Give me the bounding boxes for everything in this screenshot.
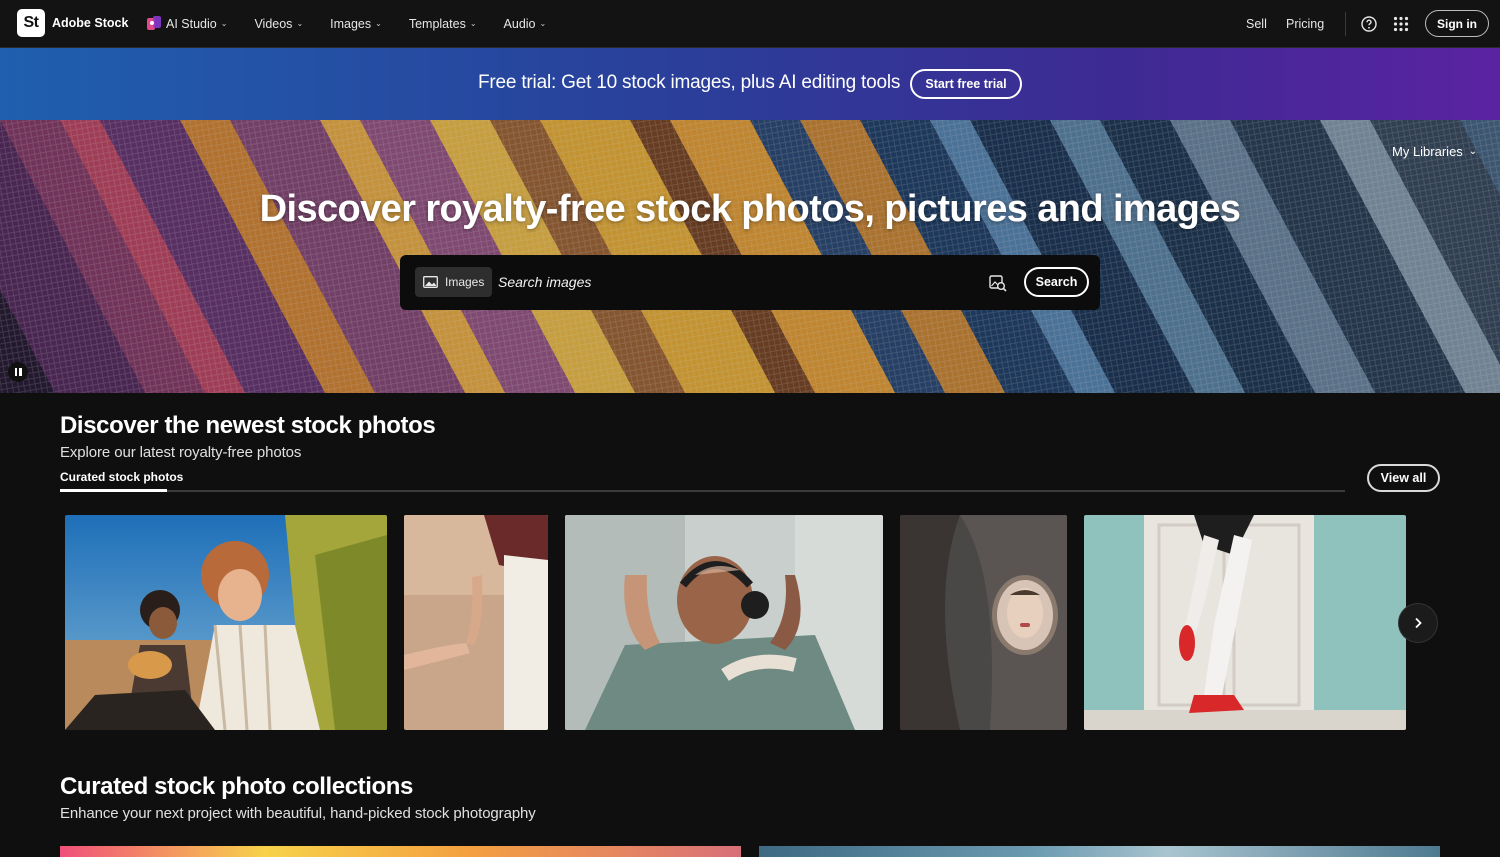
search-input[interactable] (498, 272, 958, 292)
tab-curated-stock-photos[interactable]: Curated stock photos (60, 470, 183, 484)
image-icon (423, 276, 438, 288)
start-free-trial-button[interactable]: Start free trial (910, 69, 1022, 99)
my-libraries-dropdown[interactable]: My Libraries ⌄ (1392, 144, 1477, 159)
search-type-selector[interactable]: Images (415, 267, 492, 297)
adobe-stock-logo[interactable]: St (17, 9, 45, 37)
photo-thumbnail[interactable] (1084, 515, 1406, 730)
nav-templates[interactable]: Templates ⌄ (409, 17, 477, 31)
collections-section-title: Curated stock photo collections (60, 773, 413, 800)
tab-underline-track (60, 490, 1345, 492)
nav-images[interactable]: Images ⌄ (330, 17, 382, 31)
photo-thumbnail[interactable] (404, 515, 548, 730)
chevron-down-icon: ⌄ (375, 18, 382, 28)
collection-card[interactable] (60, 846, 741, 857)
hero-title: Discover royalty-free stock photos, pict… (259, 188, 1241, 230)
nav-audio-label: Audio (503, 17, 536, 31)
nav-ai-studio-label: AI Studio (166, 17, 217, 31)
search-bar: Images Search (400, 255, 1100, 310)
help-icon[interactable] (1361, 16, 1377, 32)
chevron-down-icon: ⌄ (469, 18, 477, 28)
collections-section-subtitle: Enhance your next project with beautiful… (60, 805, 536, 822)
chevron-down-icon: ⌄ (220, 18, 228, 28)
carousel-next-button[interactable] (1398, 603, 1438, 643)
nav-sell-link[interactable]: Sell (1246, 17, 1267, 31)
search-type-label: Images (445, 275, 485, 289)
photo-thumbnail[interactable] (65, 515, 387, 730)
nav-pricing-link[interactable]: Pricing (1286, 17, 1324, 31)
search-button[interactable]: Search (1024, 267, 1089, 297)
hero-section: My Libraries ⌄ Discover royalty-free sto… (0, 120, 1500, 393)
pause-background-button[interactable] (8, 362, 28, 382)
sign-in-button[interactable]: Sign in (1425, 10, 1489, 37)
my-libraries-label: My Libraries (1392, 144, 1463, 159)
photo-thumbnail[interactable] (565, 515, 883, 730)
nav-divider (1345, 12, 1346, 36)
chevron-right-icon (1415, 617, 1422, 629)
brand-name[interactable]: Adobe Stock (52, 16, 128, 30)
free-trial-text: Free trial: Get 10 stock images, plus AI… (478, 72, 901, 93)
chevron-down-icon: ⌄ (1468, 146, 1478, 157)
nav-audio[interactable]: Audio ⌄ (504, 17, 547, 31)
free-trial-banner: Free trial: Get 10 stock images, plus AI… (0, 48, 1500, 120)
ai-studio-icon (146, 16, 162, 32)
apps-grid-icon[interactable] (1393, 16, 1409, 32)
newest-section-title: Discover the newest stock photos (60, 412, 436, 439)
newest-section-subtitle: Explore our latest royalty-free photos (60, 444, 302, 461)
nav-templates-label: Templates (408, 17, 466, 31)
nav-images-label: Images (330, 17, 372, 31)
nav-videos-label: Videos (254, 17, 293, 31)
top-navigation: St Adobe Stock AI Studio ⌄ Videos ⌄ Imag… (0, 0, 1500, 48)
chevron-down-icon: ⌄ (539, 18, 547, 28)
view-all-button[interactable]: View all (1367, 464, 1440, 492)
nav-videos[interactable]: Videos ⌄ (254, 17, 303, 31)
collection-card[interactable] (759, 846, 1440, 857)
photo-thumbnail[interactable] (900, 515, 1067, 730)
chevron-down-icon: ⌄ (296, 18, 304, 28)
tab-underline-active (60, 489, 167, 492)
visual-search-icon[interactable] (989, 274, 1007, 292)
main-nav: AI Studio ⌄ Videos ⌄ Images ⌄ Templates … (146, 0, 573, 48)
nav-ai-studio[interactable]: AI Studio ⌄ (146, 16, 227, 32)
